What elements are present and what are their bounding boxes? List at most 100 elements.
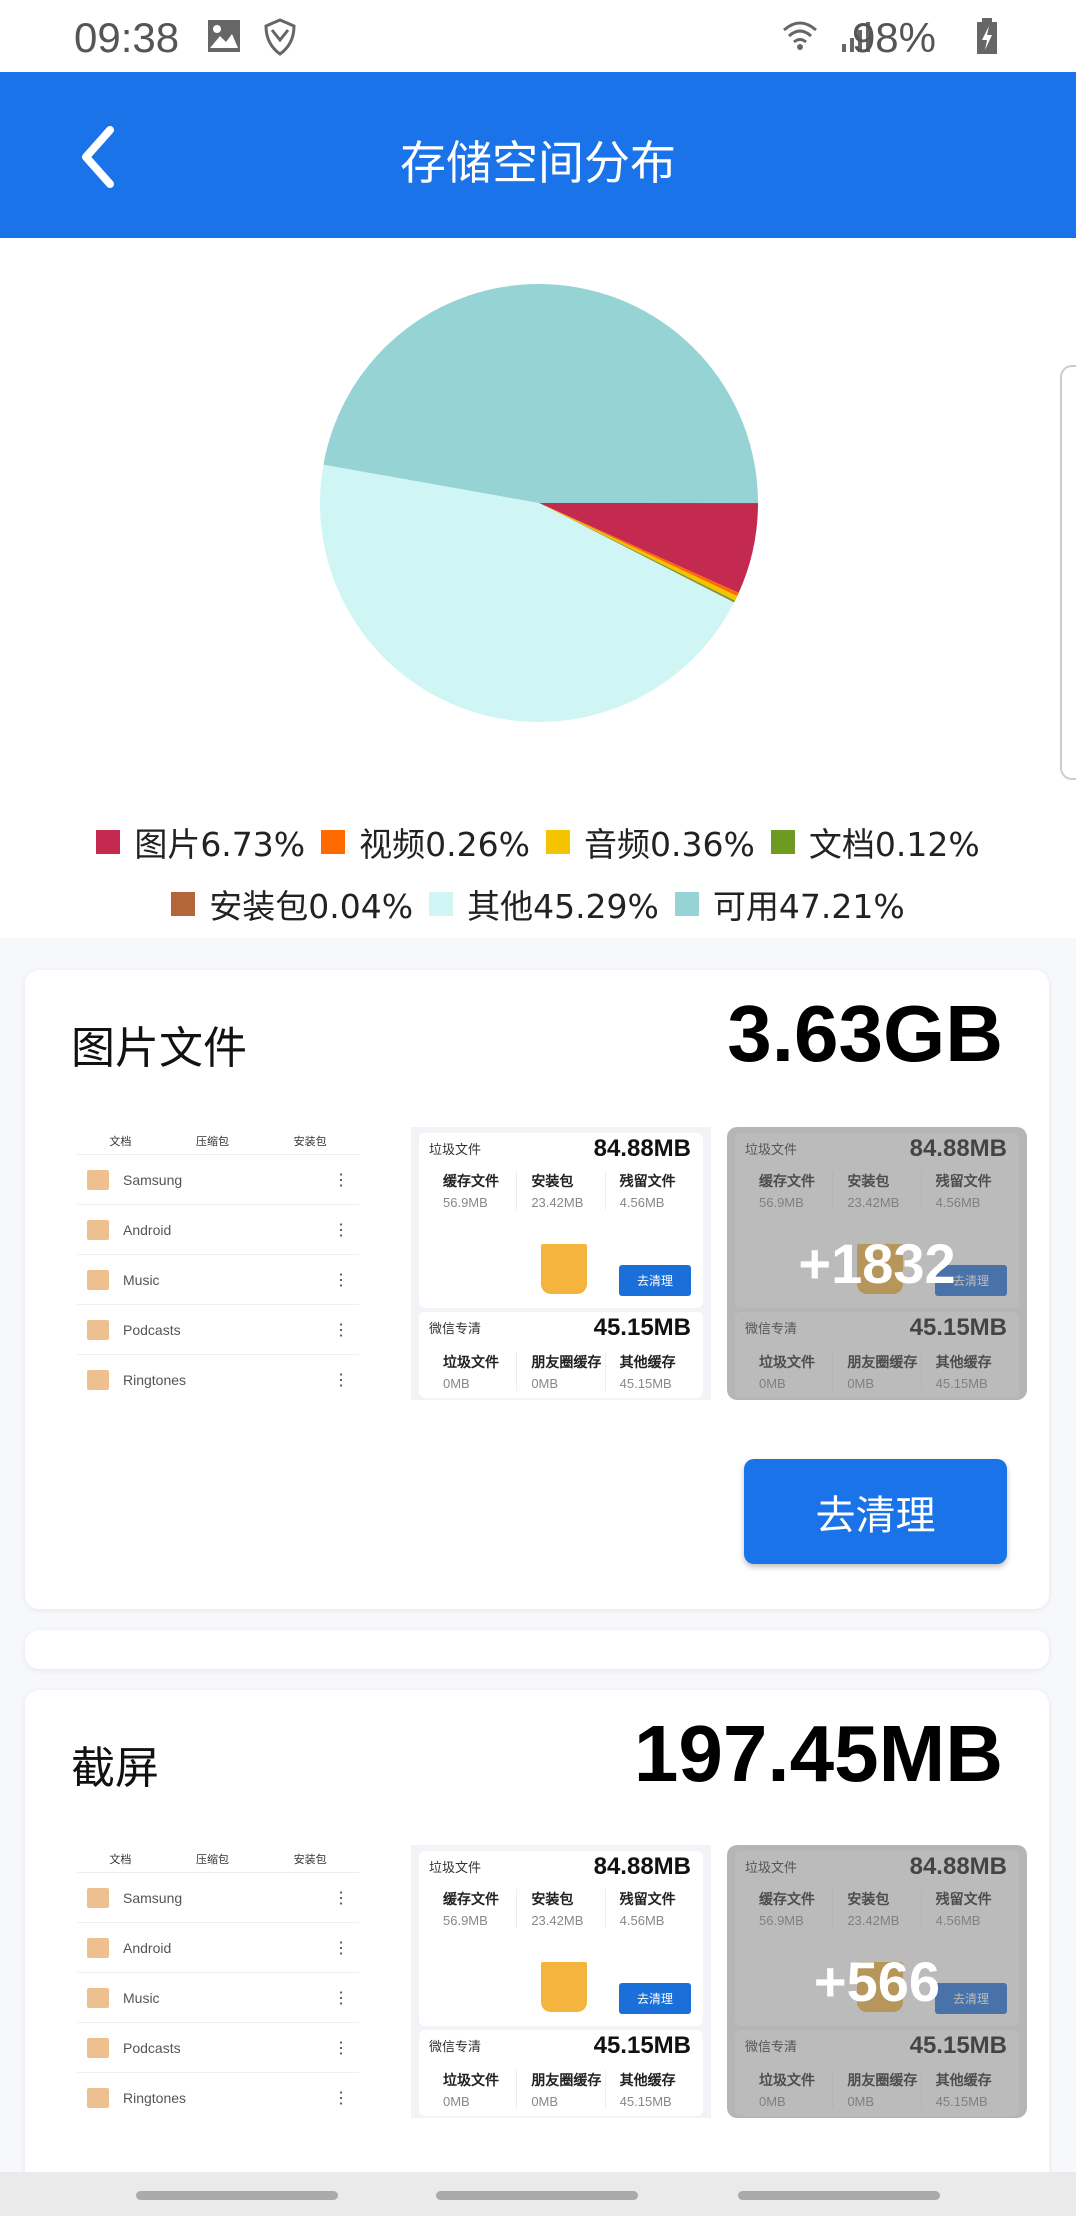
more-icon: ⋮ xyxy=(333,2089,349,2107)
legend-swatch xyxy=(770,830,795,854)
stat: 安装包23.42MB xyxy=(517,1171,606,1210)
stat: 垃圾文件0MB xyxy=(429,1352,518,1391)
side-panel-handle[interactable] xyxy=(1060,365,1076,780)
folder-icon xyxy=(87,1369,109,1390)
folder-icon xyxy=(87,1887,109,1908)
thumbnail-more[interactable]: 垃圾文件84.88MB缓存文件56.9MB安装包23.42MB残留文件4.56M… xyxy=(727,1845,1027,2118)
more-icon: ⋮ xyxy=(333,1989,349,2007)
legend-item: 可用47.21% xyxy=(674,880,905,928)
folder-icon xyxy=(87,1319,109,1340)
stat: 安装包23.42MB xyxy=(517,1889,606,1928)
more-icon: ⋮ xyxy=(333,1171,349,1189)
thumbnail-strip: 文档 压缩包 安装包 Samsung ⋮ Android ⋮ Music ⋮ Podcasts ⋮ R… xyxy=(77,1127,1032,1400)
stat: 朋友圈缓存0MB xyxy=(517,2070,606,2109)
more-icon: ⋮ xyxy=(333,1939,349,1957)
wechat-box: 微信专清45.15MB垃圾文件0MB朋友圈缓存0MB其他缓存45.15MB xyxy=(419,2030,703,2116)
trash-bin-icon xyxy=(541,1244,587,1294)
folder-icon xyxy=(87,1269,109,1290)
junk-box: 垃圾文件84.88MB缓存文件56.9MB安装包23.42MB残留文件4.56M… xyxy=(419,1851,703,2026)
folder-icon xyxy=(87,1169,109,1190)
gallery-icon xyxy=(208,20,240,52)
thumb-clean-button: 去清理 xyxy=(618,1983,691,2014)
legend-label: 可用47.21% xyxy=(712,887,905,926)
folder-icon xyxy=(87,1987,109,2008)
card-title: 图片文件 xyxy=(71,1023,247,1074)
thumb-clean-button: 去清理 xyxy=(618,1265,691,1296)
more-icon: ⋮ xyxy=(333,1321,349,1339)
legend-label: 视频0.26% xyxy=(359,825,530,864)
storage-pie-chart xyxy=(320,284,758,722)
legend-label: 文档0.12% xyxy=(808,825,980,864)
thumbnail-cleaner[interactable]: 垃圾文件 84.88MB 缓存文件 56.9MB 安装包 23.42MB 残留文件 4.56M… xyxy=(411,1845,711,2118)
folder-row: Samsung ⋮ xyxy=(77,1873,359,1923)
more-icon: ⋮ xyxy=(333,1889,349,1907)
folder-icon xyxy=(87,2037,109,2058)
nav-handle[interactable] xyxy=(136,2191,338,2200)
legend-item: 其他45.29% xyxy=(429,880,659,928)
folder-icon xyxy=(87,1937,109,1958)
app-bar: 存储空间分布 xyxy=(0,72,1076,238)
stat: 残留文件4.56MB xyxy=(619,1891,676,1928)
battery-percent: 98% xyxy=(851,14,936,61)
stat: 缓存文件56.9MB xyxy=(429,1889,518,1928)
legend-label: 其他45.29% xyxy=(467,887,659,926)
thumbnail-cleaner[interactable]: 垃圾文件 84.88MB 缓存文件 56.9MB 安装包 23.42MB 残留文件 4.56M… xyxy=(411,1127,711,1400)
legend-swatch xyxy=(674,892,699,916)
legend-swatch xyxy=(321,830,346,854)
chart-section: 图片6.73% 视频0.26% 音频0.36% 文档0.12% 安装包0.04% 其他4… xyxy=(0,238,1076,938)
folder-row: Android ⋮ xyxy=(77,1923,359,1973)
trash-bin-icon xyxy=(541,1962,587,2012)
legend-item: 音频0.36% xyxy=(546,818,755,866)
stat: 朋友圈缓存0MB xyxy=(517,1352,606,1391)
clean-button[interactable]: 去清理 xyxy=(744,1459,1007,1564)
page-title: 存储空间分布 xyxy=(400,136,676,190)
legend-item: 图片6.73% xyxy=(96,818,305,866)
legend-item: 视频0.26% xyxy=(321,818,530,866)
legend-swatch xyxy=(96,830,121,854)
card-title: 截屏 xyxy=(71,1743,159,1794)
legend-row-1: 图片6.73% 视频0.26% 音频0.36% 文档0.12% xyxy=(0,818,1076,866)
thumbnail-files[interactable]: 文档 压缩包 安装包 Samsung ⋮ Android ⋮ Music ⋮ Podcasts ⋮ R… xyxy=(77,1127,359,1400)
more-icon: ⋮ xyxy=(333,2039,349,2057)
folder-row: Music ⋮ xyxy=(77,1973,359,2023)
card-screenshots[interactable]: 截屏 197.45MB 文档 压缩包 安装包 Samsung ⋮ Android ⋮ Musi… xyxy=(25,1690,1049,2210)
nav-handle[interactable] xyxy=(436,2191,638,2200)
legend-swatch xyxy=(171,892,196,916)
folder-row: Podcasts ⋮ xyxy=(77,2023,359,2073)
battery-charging-icon xyxy=(977,18,997,54)
more-icon: ⋮ xyxy=(333,1371,349,1389)
more-icon: ⋮ xyxy=(333,1221,349,1239)
thumbnail-more[interactable]: 垃圾文件84.88MB缓存文件56.9MB安装包23.42MB残留文件4.56M… xyxy=(727,1127,1027,1400)
legend-swatch xyxy=(429,892,454,916)
folder-row: Android ⋮ xyxy=(77,1205,359,1255)
folder-row: Podcasts ⋮ xyxy=(77,1305,359,1355)
card-images[interactable]: 图片文件 3.63GB 文档 压缩包 安装包 Samsung ⋮ Android ⋮ Musi… xyxy=(25,970,1049,1609)
folder-row: Ringtones ⋮ xyxy=(77,1355,359,1400)
clock: 09:38 xyxy=(74,14,180,61)
stat: 其他缓存45.15MB xyxy=(619,1354,676,1391)
stat: 缓存文件56.9MB xyxy=(429,1171,518,1210)
more-icon: ⋮ xyxy=(333,1271,349,1289)
legend-label: 图片6.73% xyxy=(134,825,306,864)
folder-icon xyxy=(87,1219,109,1240)
gesture-nav-bar xyxy=(0,2172,1076,2216)
shield-icon xyxy=(264,18,296,56)
junk-box: 垃圾文件84.88MB缓存文件56.9MB安装包23.42MB残留文件4.56M… xyxy=(419,1133,703,1308)
legend-label: 安装包0.04% xyxy=(209,887,414,926)
legend-swatch xyxy=(546,830,570,854)
legend-row-2: 安装包0.04% 其他45.29% 可用47.21% xyxy=(0,880,1076,928)
stat: 残留文件4.56MB xyxy=(619,1173,676,1210)
stat: 垃圾文件0MB xyxy=(429,2070,518,2109)
more-count: +566 xyxy=(727,1845,1027,2118)
card-size: 3.63GB xyxy=(727,989,1003,1078)
nav-handle[interactable] xyxy=(738,2191,940,2200)
thumbnail-files[interactable]: 文档 压缩包 安装包 Samsung ⋮ Android ⋮ Music ⋮ Podcasts ⋮ R… xyxy=(77,1845,359,2118)
more-count: +1832 xyxy=(727,1127,1027,1400)
pie-slice-6 xyxy=(323,284,758,504)
folder-row: Samsung ⋮ xyxy=(77,1155,359,1205)
legend-item: 文档0.12% xyxy=(770,818,980,866)
folder-row: Ringtones ⋮ xyxy=(77,2073,359,2118)
status-bar: 09:38 98% xyxy=(0,0,1076,72)
folder-row: Music ⋮ xyxy=(77,1255,359,1305)
card-size: 197.45MB xyxy=(633,1709,1003,1798)
